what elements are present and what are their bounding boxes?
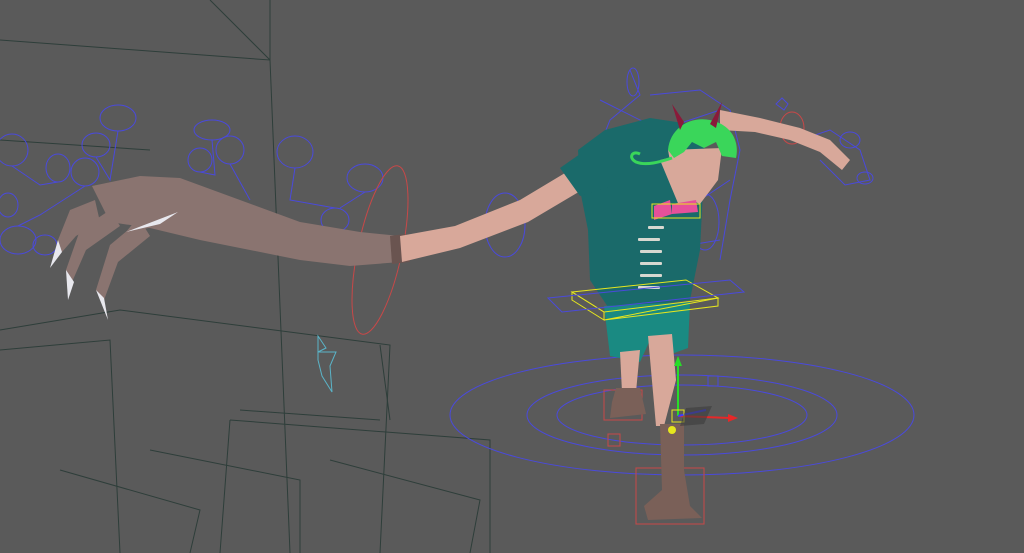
front-boot[interactable] xyxy=(644,424,702,520)
manipulator-pivot[interactable] xyxy=(668,426,676,434)
viewport-scene[interactable] xyxy=(0,0,1024,553)
locator-control[interactable] xyxy=(317,334,337,393)
foot-fk-controls[interactable] xyxy=(707,375,719,387)
back-leg[interactable] xyxy=(620,350,640,392)
back-boot[interactable] xyxy=(610,388,646,418)
right-arm[interactable] xyxy=(720,110,850,170)
character-model[interactable] xyxy=(50,102,850,520)
move-manipulator[interactable] xyxy=(668,356,738,434)
manipulator-plane-shadow xyxy=(680,406,712,426)
3d-viewport[interactable] xyxy=(0,0,1024,553)
